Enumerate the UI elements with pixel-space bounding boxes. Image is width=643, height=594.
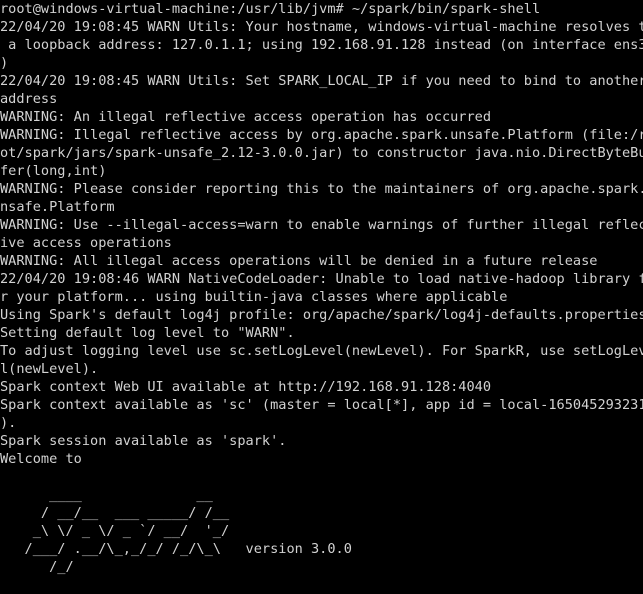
output-line: nsafe.Platform xyxy=(0,199,115,215)
spark-logo-line: _\ \/ _ \/ _ `/ __/ '_/ xyxy=(0,523,230,539)
output-line: l(newLevel). xyxy=(0,361,99,377)
terminal-screen[interactable]: root@windows-virtual-machine:/usr/lib/jv… xyxy=(0,0,643,594)
spark-logo-line: ____ __ xyxy=(0,487,213,503)
footer-line xyxy=(0,576,643,594)
output-line: 22/04/20 19:08:45 WARN Utils: Your hostn… xyxy=(0,19,643,35)
output-line: Welcome to xyxy=(0,451,82,467)
output-line: Setting default log level to "WARN". xyxy=(0,325,295,341)
spark-logo-line: /_/ xyxy=(0,559,74,575)
spark-logo-line: / __/__ ___ _____/ /__ xyxy=(0,505,230,521)
output-line: WARNING: Please consider reporting this … xyxy=(0,181,643,197)
output-line: WARNING: Use --illegal-access=warn to en… xyxy=(0,217,643,233)
output-line: WARNING: All illegal access operations w… xyxy=(0,253,598,269)
output-line: WARNING: Illegal reflective access by or… xyxy=(0,127,643,143)
output-line: ot/spark/jars/spark-unsafe_2.12-3.0.0.ja… xyxy=(0,145,643,161)
output-line: 22/04/20 19:08:45 WARN Utils: Set SPARK_… xyxy=(0,73,643,89)
output-line: ive access operations xyxy=(0,235,172,251)
output-line: Spark context Web UI available at http:/… xyxy=(0,379,492,395)
output-line: Spark context available as 'sc' (master … xyxy=(0,397,643,413)
output-line: Using Spark's default log4j profile: org… xyxy=(0,307,643,323)
output-line: Spark session available as 'spark'. xyxy=(0,433,287,449)
spark-logo-line-with-version: /___/ .__/\_,_/_/ /_/\_\ version 3.0.0 xyxy=(0,541,352,557)
output-line: address xyxy=(0,91,58,107)
output-line: ) xyxy=(0,55,9,71)
output-line: r your platform... using builtin-java cl… xyxy=(0,289,508,305)
output-line: 22/04/20 19:08:46 WARN NativeCodeLoader:… xyxy=(0,271,643,287)
output-line: ). xyxy=(0,415,17,431)
shell-command-line: root@windows-virtual-machine:/usr/lib/jv… xyxy=(0,1,541,17)
output-line: To adjust logging level use sc.setLogLev… xyxy=(0,343,643,359)
output-line: a loopback address: 127.0.1.1; using 192… xyxy=(0,37,643,53)
output-line: WARNING: An illegal reflective access op… xyxy=(0,109,492,125)
output-line: fer(long,int) xyxy=(0,163,107,179)
